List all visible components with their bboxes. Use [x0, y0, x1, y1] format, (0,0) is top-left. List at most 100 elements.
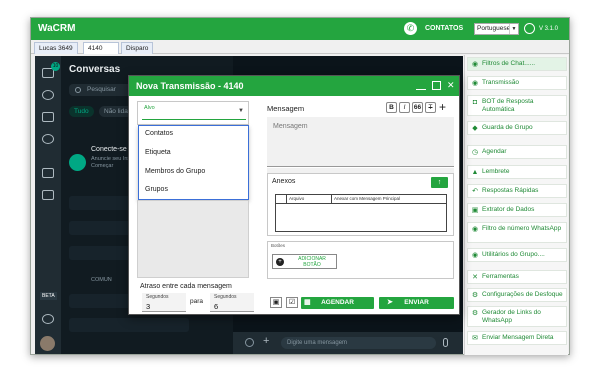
filter-all-chip[interactable]: Tudo [69, 106, 94, 117]
robot-icon: ◘ [472, 99, 478, 106]
strike-button[interactable]: T [425, 102, 436, 113]
communities-icon[interactable] [42, 134, 54, 144]
sidebar-item-broadcast[interactable]: ◉ Transmissão [467, 76, 567, 90]
sidebar-item-group-utilities[interactable]: ◉ Utilitários do Grupo.... [467, 248, 567, 262]
delay-to-field[interactable]: Segundos 6 [210, 293, 254, 312]
upload-button[interactable]: ↑ [431, 177, 448, 188]
column-divider [286, 195, 287, 204]
whatsapp-icon[interactable]: ✆ [404, 22, 417, 35]
search-icon [75, 87, 81, 93]
option-membros-grupo[interactable]: Membros do Grupo [145, 168, 205, 175]
dialog-title: Nova Transmissão - 4140 [136, 81, 244, 91]
add-button-button[interactable]: + ADICIONAR BOTÃO [272, 254, 337, 269]
sidebar-item-label: Ferramentas [482, 273, 519, 280]
sidebar-item-label: Enviar Mensagem Direta [482, 334, 554, 341]
sidebar-item-chat-filters[interactable]: ◉ Filtros de Chat...... [467, 57, 567, 71]
delay-from-field[interactable]: Segundos 3 [142, 293, 186, 312]
bell-icon: ▲ [471, 169, 479, 176]
search-placeholder: Pesquisar [87, 86, 116, 93]
sidebar-item-quick-replies[interactable]: ↶ Respostas Rápidas [467, 184, 567, 198]
add-message-icon[interactable]: + [439, 100, 446, 114]
sidebar-item-label: Lembrete [482, 168, 510, 175]
list-item[interactable] [69, 318, 189, 332]
chevron-down-icon: ▼ [238, 108, 244, 114]
bold-button[interactable]: B [386, 102, 397, 113]
reply-icon: ↶ [472, 188, 478, 195]
column-header-attach-main: Anexar com Mensagem Principal [334, 196, 401, 201]
preview-button[interactable]: ☑ [286, 297, 298, 308]
mic-icon[interactable] [443, 338, 448, 347]
tab-4140[interactable]: 4140 [83, 42, 119, 54]
message-placeholder: Mensagem [273, 123, 308, 130]
language-select[interactable]: Portuguese ▼ [474, 23, 519, 35]
sidebar-item-data-extractor[interactable]: ▣ Extrator de Dados [467, 203, 567, 217]
sidebar-item-blur-settings[interactable]: ⚙ Configurações de Desfoque [467, 288, 567, 302]
target-underline [142, 119, 246, 120]
add-button-label: ADICIONAR BOTÃO [298, 256, 326, 268]
store-icon[interactable] [42, 168, 54, 178]
schedule-label: AGENDAR [321, 299, 354, 306]
sidebar-item-schedule[interactable]: ◷ Agendar [467, 145, 567, 159]
sidebar-item-group-guard[interactable]: ◆ Guarda de Grupo [467, 121, 567, 135]
target-select[interactable]: Alvo ▼ [137, 101, 249, 125]
emoji-icon[interactable] [245, 338, 254, 347]
send-icon: ➤ [387, 299, 393, 306]
checkbox-icon: ☑ [288, 299, 296, 306]
schedule-button[interactable]: ▦ AGENDAR [301, 297, 374, 309]
option-grupos[interactable]: Grupos [145, 186, 168, 193]
maximize-icon[interactable] [432, 81, 441, 90]
app-title: WaCRM [38, 23, 76, 34]
filter-icon: ◉ [471, 61, 479, 68]
extract-icon: ▣ [471, 207, 479, 214]
delay-label: Atraso entre cada mensagem [140, 283, 232, 290]
compose-bar: + Digite uma mensagem [233, 332, 463, 354]
save-button[interactable]: ▣ [270, 297, 282, 308]
contacts-link[interactable]: CONTATOS [425, 25, 463, 32]
delay-separator: para [190, 298, 204, 305]
settings-icon[interactable] [42, 314, 54, 324]
attachments-table: Arquivo Anexar com Mensagem Principal [275, 194, 447, 232]
quote-button[interactable]: 66 [412, 102, 423, 113]
tab-lucas[interactable]: Lucas 3649 [34, 42, 78, 54]
sidebar-item-label: Transmissão [482, 79, 519, 86]
column-divider [331, 195, 332, 204]
sidebar-item-auto-reply-bot[interactable]: ◘ BOT de Resposta Automática [467, 95, 567, 116]
delay-to-value: 6 [214, 302, 219, 311]
tab-disparo[interactable]: Disparo [121, 42, 154, 54]
send-label: ENVIAR [404, 299, 429, 306]
attach-plus-icon[interactable]: + [263, 335, 269, 347]
send-button[interactable]: ➤ ENVIAR [379, 297, 454, 309]
option-etiqueta[interactable]: Etiqueta [145, 149, 171, 156]
minimize-icon[interactable] [416, 81, 426, 90]
megaphone-icon[interactable] [42, 190, 54, 200]
sidebar-item-number-filter[interactable]: ◉ Filtro de número WhatsApp [467, 222, 567, 243]
italic-button[interactable]: I [399, 102, 410, 113]
tools-icon: ✕ [472, 274, 478, 281]
plus-circle-icon: + [276, 258, 284, 266]
wa-nav-rail: 10 BETA [35, 56, 61, 354]
channels-icon[interactable] [42, 112, 54, 122]
profile-avatar[interactable] [40, 336, 55, 351]
message-input[interactable]: Digite uma mensagem [281, 337, 436, 349]
option-contatos[interactable]: Contatos [145, 130, 173, 137]
community-label: COMUN [91, 277, 112, 283]
buttons-panel: Botões + ADICIONAR BOTÃO [267, 241, 454, 279]
sidebar-item-label: Agendar [482, 148, 507, 155]
tab-strip: Lucas 3649 4140 Disparo [31, 40, 569, 54]
language-value: Portuguese [477, 25, 511, 32]
version-label: V 3.1.0 [539, 26, 559, 32]
status-icon[interactable] [42, 90, 54, 100]
user-icon[interactable] [524, 23, 535, 34]
sidebar-item-label: Filtros de Chat...... [482, 60, 536, 67]
sidebar-item-label: Configurações de Desfoque [482, 291, 563, 298]
sidebar-item-tools[interactable]: ✕ Ferramentas [467, 270, 567, 284]
message-textarea[interactable]: Mensagem [267, 117, 454, 167]
shield-icon: ◆ [472, 125, 478, 132]
sidebar-item-reminder[interactable]: ▲ Lembrete [467, 165, 567, 179]
delay-to-label: Segundos [214, 294, 237, 300]
clock-icon: ◷ [471, 149, 479, 156]
close-icon[interactable]: ✕ [447, 80, 455, 90]
connect-title[interactable]: Conecte-se [91, 146, 127, 153]
sidebar-item-link-generator[interactable]: ⚙ Gerador de Links do WhatsApp [467, 306, 567, 327]
sidebar-item-direct-message[interactable]: ✉ Enviar Mensagem Direta [467, 331, 567, 345]
